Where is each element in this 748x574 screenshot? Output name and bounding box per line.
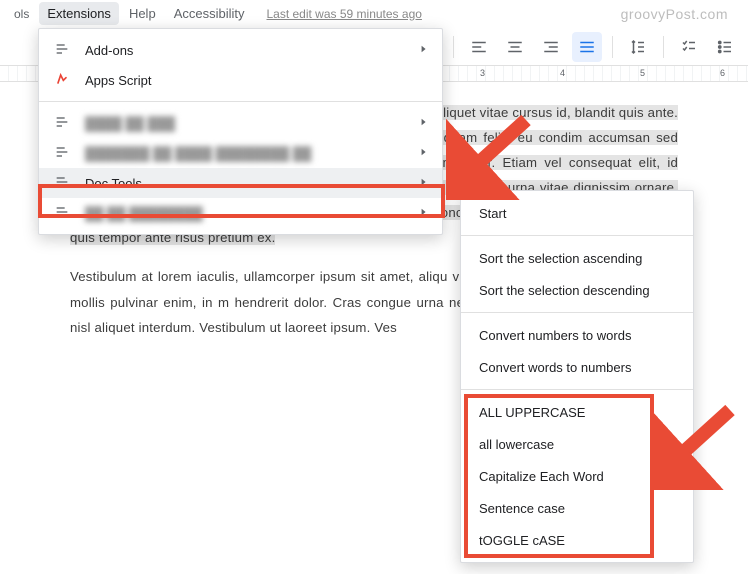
submenu-sort-asc[interactable]: Sort the selection ascending (461, 242, 693, 274)
menu-prev[interactable]: ols (6, 3, 37, 25)
extension-icon (53, 144, 71, 163)
submenu-start[interactable]: Start (461, 197, 693, 229)
chevron-right-icon (420, 45, 428, 56)
align-right-button[interactable] (536, 32, 566, 62)
doc-tools-icon (53, 174, 71, 193)
menu-doc-tools-label: Doc Tools (85, 176, 406, 191)
line-spacing-button[interactable] (623, 32, 653, 62)
menu-extension-1[interactable]: ████ ██ ███ (39, 108, 442, 138)
chevron-right-icon (420, 208, 428, 219)
menu-addons-label: Add-ons (85, 43, 406, 58)
apps-script-icon (53, 71, 71, 90)
menu-extension-2[interactable]: ███████ ██ ████ ████████ ██ (39, 138, 442, 168)
menu-help[interactable]: Help (121, 2, 164, 25)
checklist-button[interactable] (674, 32, 704, 62)
extension-icon (53, 114, 71, 133)
submenu-separator (461, 389, 693, 390)
extensions-menu: Add-ons Apps Script ████ ██ ███ ███████ … (38, 28, 443, 235)
submenu-lowercase[interactable]: all lowercase (461, 428, 693, 460)
align-left-button[interactable] (464, 32, 494, 62)
menu-extension-3[interactable]: ██ ██ ████████ (39, 198, 442, 228)
addons-icon (53, 41, 71, 60)
bulleted-list-button[interactable] (710, 32, 740, 62)
submenu-num2word[interactable]: Convert numbers to words (461, 319, 693, 351)
submenu-separator (461, 312, 693, 313)
submenu-sentence-case[interactable]: Sentence case (461, 492, 693, 524)
submenu-word2num[interactable]: Convert words to numbers (461, 351, 693, 383)
menu-separator (39, 101, 442, 102)
watermark: groovyPost.com (621, 6, 728, 22)
menu-doc-tools[interactable]: Doc Tools (39, 168, 442, 198)
chevron-right-icon (420, 148, 428, 159)
submenu-separator (461, 235, 693, 236)
menu-addons[interactable]: Add-ons (39, 35, 442, 65)
submenu-toggle-case[interactable]: tOGGLE cASE (461, 524, 693, 556)
submenu-capitalize-word[interactable]: Capitalize Each Word (461, 460, 693, 492)
chevron-right-icon (420, 118, 428, 129)
menu-apps-script[interactable]: Apps Script (39, 65, 442, 95)
menu-extensions[interactable]: Extensions (39, 2, 119, 25)
doc-tools-submenu: Start Sort the selection ascending Sort … (460, 190, 694, 563)
extension-icon (53, 204, 71, 223)
menu-accessibility[interactable]: Accessibility (166, 2, 253, 25)
align-justify-button[interactable] (572, 32, 602, 62)
align-center-button[interactable] (500, 32, 530, 62)
menu-apps-script-label: Apps Script (85, 73, 428, 88)
chevron-right-icon (420, 178, 428, 189)
submenu-sort-desc[interactable]: Sort the selection descending (461, 274, 693, 306)
submenu-uppercase[interactable]: ALL UPPERCASE (461, 396, 693, 428)
last-edit-text[interactable]: Last edit was 59 minutes ago (266, 7, 421, 21)
